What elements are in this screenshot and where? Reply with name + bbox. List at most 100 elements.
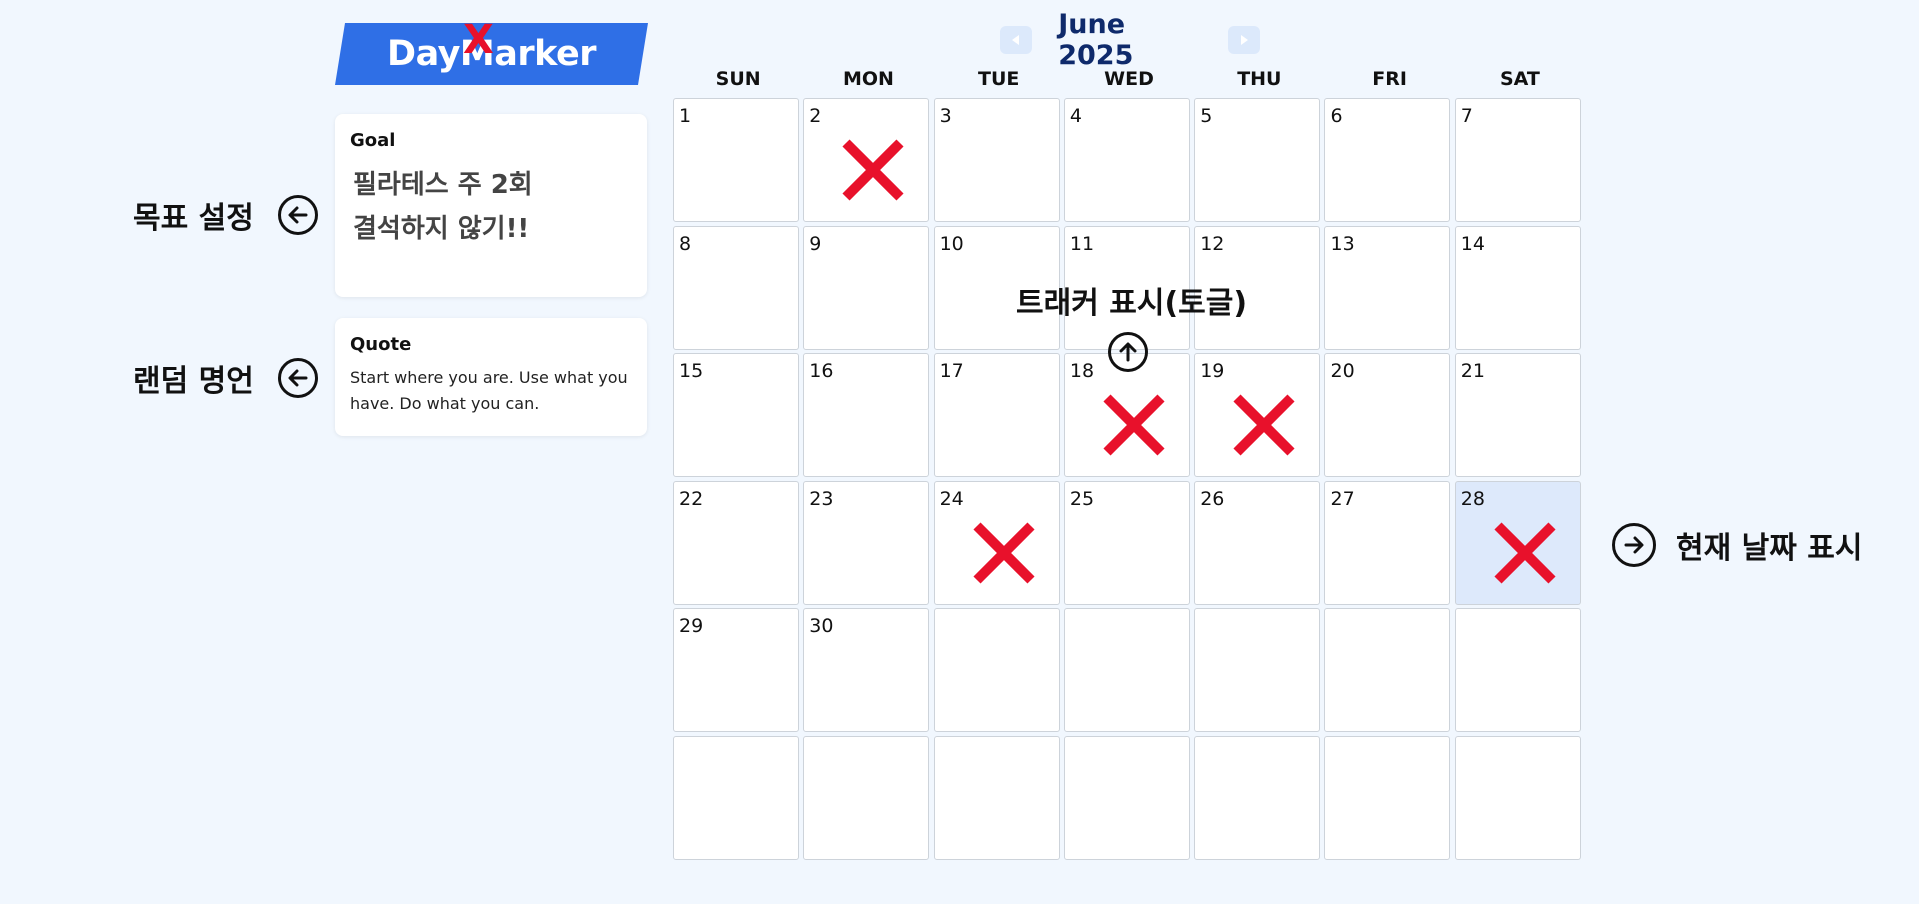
day-cell-14[interactable]: 14 (1454, 225, 1581, 350)
day-number: 17 (939, 360, 964, 383)
month-header: June 2025 (1000, 9, 1260, 71)
day-number: 22 (679, 487, 704, 510)
goal-line-2: 결석하지 않기!! (353, 214, 530, 244)
day-number: 28 (1460, 487, 1485, 510)
empty-day-cell (1454, 608, 1581, 733)
empty-day-cell (1454, 735, 1581, 860)
empty-day-cell (1324, 608, 1451, 733)
day-cell-1[interactable]: 1 (673, 98, 799, 222)
day-cell-4[interactable]: 4 (1063, 98, 1190, 222)
day-number: 27 (1330, 487, 1355, 510)
empty-day-cell (1324, 735, 1451, 860)
day-number: 19 (1200, 360, 1225, 383)
app-logo: DayMarker X (335, 23, 648, 85)
day-number: 21 (1460, 360, 1485, 383)
day-cell-21[interactable]: 21 (1454, 353, 1581, 478)
day-cell-7[interactable]: 7 (1454, 98, 1581, 222)
day-cell-17[interactable]: 17 (933, 353, 1060, 478)
day-number: 29 (679, 615, 704, 638)
triangle-left-icon (1012, 35, 1020, 45)
day-cell-5[interactable]: 5 (1194, 98, 1321, 222)
day-number: 18 (1069, 360, 1095, 383)
day-number: 1 (679, 105, 692, 127)
quote-text: Start where you are. Use what you have. … (350, 368, 628, 413)
day-number: 26 (1200, 487, 1225, 510)
day-cell-9[interactable]: 9 (803, 225, 930, 350)
empty-day-cell (1194, 608, 1321, 733)
day-number: 11 (1069, 232, 1095, 255)
weekday-label: SAT (1499, 68, 1540, 90)
day-cell-8[interactable]: 8 (673, 225, 799, 350)
today-annotation: 현재 날짜 표시 (1612, 523, 1863, 567)
day-cell-25[interactable]: 25 (1063, 480, 1190, 605)
day-number: 24 (939, 487, 964, 510)
x-mark-icon (1233, 394, 1295, 456)
day-number: 10 (939, 232, 964, 255)
day-cell-13[interactable]: 13 (1324, 225, 1451, 350)
day-cell-23[interactable]: 23 (803, 480, 930, 605)
day-cell-6[interactable]: 6 (1324, 98, 1451, 222)
empty-day-cell (1063, 735, 1190, 860)
day-cell-19[interactable]: 19 (1194, 353, 1321, 478)
weekday-label: TUE (978, 68, 1020, 90)
day-number: 12 (1200, 232, 1225, 255)
x-mark-icon (1494, 522, 1556, 584)
weekday-header: SUN MON TUE WED THU FRI SAT (673, 68, 1585, 96)
x-mark-icon (842, 139, 904, 201)
today-annotation-label: 현재 날짜 표시 (1676, 531, 1863, 566)
day-cell-15[interactable]: 15 (673, 353, 799, 478)
day-cell-26[interactable]: 26 (1194, 480, 1321, 605)
day-cell-24[interactable]: 24 (933, 480, 1060, 605)
day-number: 5 (1200, 105, 1213, 127)
day-number: 23 (809, 487, 834, 510)
weekday-label: MON (842, 68, 894, 90)
weekday-label: WED (1104, 68, 1154, 90)
arrow-up-circle-icon (1108, 332, 1148, 372)
quote-annotation: 랜덤 명언 (133, 356, 318, 400)
day-cell-30[interactable]: 30 (803, 608, 930, 733)
day-number: 16 (809, 360, 834, 383)
day-number: 25 (1069, 487, 1095, 510)
day-number: 20 (1330, 360, 1355, 383)
quote-card: Quote Start where you are. Use what you … (335, 318, 647, 436)
day-number: 13 (1330, 232, 1355, 255)
day-cell-29[interactable]: 29 (673, 608, 799, 733)
goal-card[interactable]: Goal 필라테스 주 2회 결석하지 않기!! (335, 114, 647, 297)
tracker-annotation-label: 트래커 표시(토글) (1016, 286, 1248, 321)
next-month-button[interactable] (1227, 26, 1260, 54)
calendar-grid: 1 2 3 4 5 6 7 8 9 10 11 12 13 14 15 16 17 18 19 20 21 22 23 24 2… (673, 98, 1581, 860)
empty-day-cell (933, 735, 1060, 860)
weekday-label: SUN (715, 68, 761, 90)
day-number: 15 (679, 360, 704, 383)
day-cell-3[interactable]: 3 (933, 98, 1060, 222)
month-title: June 2025 (1058, 9, 1134, 71)
triangle-right-icon (1240, 35, 1248, 45)
quote-annotation-label: 랜덤 명언 (133, 364, 254, 399)
goal-annotation-label: 목표 설정 (133, 201, 254, 236)
day-number: 2 (809, 105, 822, 127)
prev-month-button[interactable] (1000, 26, 1033, 54)
arrow-left-circle-icon (277, 195, 318, 235)
weekday-label: THU (1237, 68, 1282, 90)
goal-annotation: 목표 설정 (133, 193, 318, 237)
day-cell-16[interactable]: 16 (803, 353, 930, 478)
weekday-label: FRI (1372, 68, 1407, 90)
x-mark-icon (1103, 394, 1165, 456)
logo-x-mark: X (463, 17, 494, 63)
day-cell-22[interactable]: 22 (673, 480, 799, 605)
empty-day-cell (673, 735, 799, 860)
day-number: 7 (1460, 105, 1473, 127)
goal-line-1: 필라테스 주 2회 (353, 170, 533, 200)
day-number: 8 (679, 232, 692, 255)
day-cell-28[interactable]: 28 (1454, 480, 1581, 605)
empty-day-cell (803, 735, 930, 860)
day-number: 4 (1069, 105, 1082, 127)
day-number: 6 (1330, 105, 1343, 127)
empty-day-cell (933, 608, 1060, 733)
day-cell-2[interactable]: 2 (803, 98, 930, 222)
empty-day-cell (1063, 608, 1190, 733)
day-cell-27[interactable]: 27 (1324, 480, 1451, 605)
arrow-left-circle-icon (277, 358, 318, 398)
day-cell-20[interactable]: 20 (1324, 353, 1451, 478)
day-number: 14 (1460, 232, 1485, 255)
